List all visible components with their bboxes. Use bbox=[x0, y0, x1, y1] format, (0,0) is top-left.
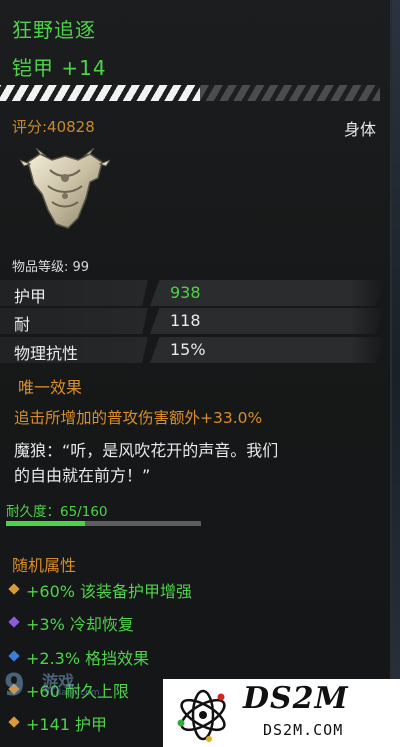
ds2m-watermark: DS2M DS2M.COM bbox=[163, 679, 400, 747]
unique-effect-text: 追击所增加的普攻伤害额外+33.0% bbox=[14, 409, 263, 427]
item-score: 评分:40828 bbox=[12, 118, 95, 136]
flavor-quote-line: 魔狼：“听，是风吹花开的声音。我们 bbox=[14, 441, 279, 460]
item-type-line: 铠甲 +14 bbox=[12, 56, 107, 80]
site-watermark-left: 9 游戏 91danji.com bbox=[4, 668, 104, 708]
affix-text: +141 护甲 bbox=[26, 715, 108, 734]
ds2m-site-text: DS2M.COM bbox=[263, 721, 344, 739]
stat-value: 15% bbox=[170, 340, 206, 359]
durability-bar bbox=[6, 521, 201, 526]
item-name: 狂野追逐 bbox=[12, 18, 96, 42]
atom-logo-icon bbox=[177, 689, 226, 742]
durability-label: 耐久度：65/160 bbox=[6, 504, 108, 520]
stat-name: 物理抗性 bbox=[14, 344, 79, 363]
quality-bar-fill bbox=[0, 85, 200, 101]
flavor-quote-line: 的自由就在前方！” bbox=[14, 466, 151, 485]
window-edge bbox=[392, 0, 400, 747]
affix-text: +60% 该装备护甲增强 bbox=[26, 582, 193, 601]
item-level: 物品等级: 99 bbox=[12, 260, 90, 275]
stat-value: 938 bbox=[170, 283, 201, 302]
flavor-quote: 魔狼：“听，是风吹花开的声音。我们 的自由就在前方！” bbox=[14, 438, 374, 488]
purple-gem-icon bbox=[8, 616, 20, 628]
quality-bar-empty bbox=[200, 85, 380, 101]
unique-effect-heading: 唯一效果 bbox=[18, 378, 83, 397]
blue-gem-icon bbox=[8, 650, 20, 662]
watermark-number: 9 bbox=[4, 668, 25, 703]
durability-bar-fill bbox=[6, 521, 86, 526]
ds2m-brand-text: DS2M bbox=[243, 681, 349, 716]
item-tooltip-panel: 狂野追逐 铠甲 +14 评分:40828 身体 物品等级: 99 护甲 938 … bbox=[0, 0, 392, 747]
stat-row-physical-resist: 物理抗性 15% bbox=[0, 337, 390, 363]
item-slot: 身体 bbox=[343, 120, 376, 139]
affix-text: +3% 冷却恢复 bbox=[26, 615, 134, 634]
stat-name: 护甲 bbox=[14, 287, 47, 306]
armor-chest-icon bbox=[20, 148, 110, 229]
random-attributes-heading: 随机属性 bbox=[12, 556, 77, 575]
watermark-url: 91danji.com bbox=[44, 688, 100, 698]
stat-name: 耐 bbox=[14, 315, 31, 334]
item-quality-bar bbox=[0, 85, 380, 101]
stat-row-vitality: 耐 118 bbox=[0, 308, 390, 334]
orange-gem-icon bbox=[8, 583, 20, 595]
stat-row-armor: 护甲 938 bbox=[0, 280, 390, 306]
stat-value: 118 bbox=[170, 311, 201, 330]
orange-gem-icon bbox=[8, 716, 20, 728]
affix-text: +2.3% 格挡效果 bbox=[26, 649, 150, 668]
